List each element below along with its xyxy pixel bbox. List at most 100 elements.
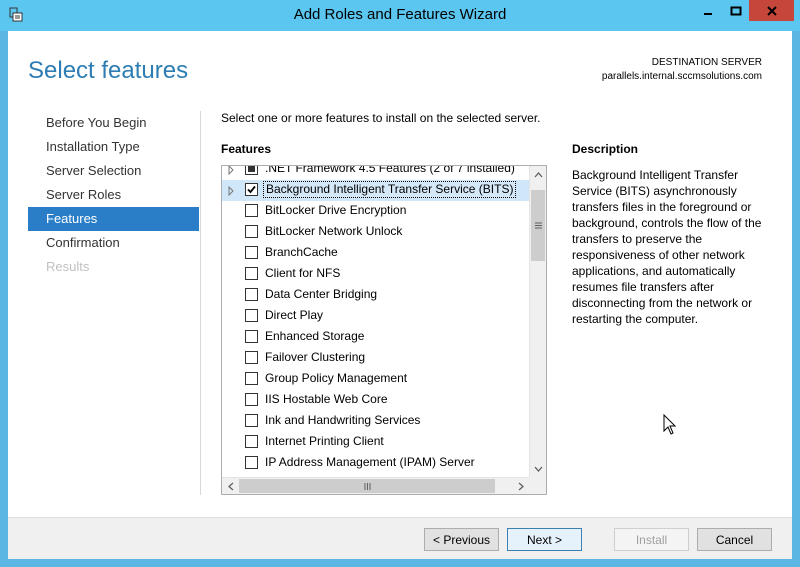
feature-checkbox[interactable] xyxy=(245,393,258,406)
wizard-footer: < Previous Next > Install Cancel xyxy=(8,517,792,559)
feature-row[interactable]: Enhanced Storage xyxy=(222,327,530,348)
feature-checkbox[interactable] xyxy=(245,309,258,322)
features-list[interactable]: .NET Framework 4.5 Features (2 of 7 inst… xyxy=(221,165,547,495)
instruction-text: Select one or more features to install o… xyxy=(221,111,541,125)
feature-label: BitLocker Drive Encryption xyxy=(265,203,407,217)
destination-server-info: DESTINATION SERVER parallels.internal.sc… xyxy=(602,56,762,84)
minimize-icon xyxy=(704,12,712,15)
horizontal-scrollbar[interactable] xyxy=(222,477,529,494)
feature-row[interactable]: Background Intelligent Transfer Service … xyxy=(222,180,530,201)
destination-server-name: parallels.internal.sccmsolutions.com xyxy=(601,71,762,82)
title-bar[interactable]: Add Roles and Features Wizard xyxy=(0,0,800,31)
install-button: Install xyxy=(614,528,689,551)
nav-item-features[interactable]: Features xyxy=(28,207,199,231)
scroll-left-button[interactable] xyxy=(222,478,239,494)
feature-label: Direct Play xyxy=(265,308,324,322)
features-header: Features xyxy=(221,142,272,156)
feature-checkbox[interactable] xyxy=(245,456,258,469)
feature-label: IP Address Management (IPAM) Server xyxy=(265,455,475,469)
features-list-content: .NET Framework 4.5 Features (2 of 7 inst… xyxy=(222,165,530,474)
feature-label: Data Center Bridging xyxy=(265,287,378,301)
feature-row[interactable]: Data Center Bridging xyxy=(222,285,530,306)
previous-button[interactable]: < Previous xyxy=(424,528,499,551)
feature-checkbox[interactable] xyxy=(245,225,258,238)
cancel-button-label: Cancel xyxy=(715,532,754,547)
feature-label: Enhanced Storage xyxy=(265,329,365,343)
feature-checkbox[interactable] xyxy=(245,372,258,385)
feature-checkbox[interactable] xyxy=(245,267,258,280)
scroll-up-button[interactable] xyxy=(530,166,546,183)
previous-button-label: < Previous xyxy=(432,532,491,547)
feature-row[interactable]: Group Policy Management xyxy=(222,369,530,390)
feature-label: Client for NFS xyxy=(265,266,341,280)
feature-checkbox[interactable] xyxy=(245,246,258,259)
vertical-scrollbar[interactable] xyxy=(529,166,546,477)
feature-row[interactable]: Internet Printing Client xyxy=(222,432,530,453)
close-icon xyxy=(766,5,777,16)
feature-label: Failover Clustering xyxy=(265,350,366,364)
wizard-body: Select features DESTINATION SERVER paral… xyxy=(8,31,792,559)
feature-checkbox[interactable] xyxy=(245,351,258,364)
destination-server-label: DESTINATION SERVER xyxy=(651,57,762,68)
nav-item-results: Results xyxy=(46,259,90,274)
feature-checkbox[interactable] xyxy=(245,288,258,301)
cancel-button[interactable]: Cancel xyxy=(697,528,772,551)
minimize-button[interactable] xyxy=(694,0,722,21)
description-text: Background Intelligent Transfer Service … xyxy=(572,168,762,326)
nav-item-server-selection[interactable]: Server Selection xyxy=(28,159,199,183)
feature-checkbox[interactable] xyxy=(245,414,258,427)
scroll-down-button[interactable] xyxy=(530,460,546,477)
feature-checkbox[interactable] xyxy=(245,166,258,175)
feature-label: BitLocker Network Unlock xyxy=(265,224,403,238)
chevron-up-icon xyxy=(534,171,542,177)
feature-checkbox[interactable] xyxy=(245,183,258,196)
feature-label: Internet Printing Client xyxy=(265,434,384,448)
feature-row[interactable]: BitLocker Drive Encryption xyxy=(222,201,530,222)
window-title: Add Roles and Features Wizard xyxy=(293,6,507,23)
vertical-scroll-thumb[interactable] xyxy=(531,190,545,261)
nav-item-confirmation[interactable]: Confirmation xyxy=(28,231,199,255)
feature-row[interactable]: Failover Clustering xyxy=(222,348,530,369)
next-button[interactable]: Next > xyxy=(507,528,582,551)
feature-row[interactable]: IP Address Management (IPAM) Server xyxy=(222,453,530,474)
feature-row[interactable]: Direct Play xyxy=(222,306,530,327)
feature-label: IIS Hostable Web Core xyxy=(265,392,388,406)
feature-row[interactable]: Ink and Handwriting Services xyxy=(222,411,530,432)
feature-row[interactable]: BitLocker Network Unlock xyxy=(222,222,530,243)
feature-row[interactable]: BranchCache xyxy=(222,243,530,264)
feature-label: BranchCache xyxy=(265,245,338,259)
scrollbar-corner xyxy=(529,477,546,494)
maximize-button[interactable] xyxy=(722,0,749,21)
feature-checkbox[interactable] xyxy=(245,435,258,448)
close-button[interactable] xyxy=(749,0,794,21)
chevron-right-icon xyxy=(518,482,524,490)
feature-row[interactable]: Client for NFS xyxy=(222,264,530,285)
feature-checkbox[interactable] xyxy=(245,330,258,343)
page-title: Select features xyxy=(28,57,189,84)
wizard-nav: Before You Begin Installation Type Serve… xyxy=(28,111,199,279)
feature-label: Group Policy Management xyxy=(265,371,408,385)
grip-icon xyxy=(364,482,370,490)
feature-label: .NET Framework 4.5 Features (2 of 7 inst… xyxy=(265,165,515,175)
checkmark-icon xyxy=(247,185,256,194)
feature-row[interactable]: .NET Framework 4.5 Features (2 of 7 inst… xyxy=(222,165,530,180)
grip-icon xyxy=(534,222,542,229)
feature-label: Ink and Handwriting Services xyxy=(265,413,421,427)
nav-item-server-roles[interactable]: Server Roles xyxy=(28,183,199,207)
expand-arrow-icon[interactable] xyxy=(226,166,236,176)
expand-arrow-icon[interactable] xyxy=(226,185,236,197)
chevron-left-icon xyxy=(227,482,233,490)
maximize-icon xyxy=(730,6,741,15)
feature-row[interactable]: IIS Hostable Web Core xyxy=(222,390,530,411)
scroll-right-button[interactable] xyxy=(512,478,529,494)
horizontal-scroll-thumb[interactable] xyxy=(239,479,495,493)
description-header: Description xyxy=(572,142,639,156)
feature-checkbox[interactable] xyxy=(245,204,258,217)
nav-item-installation-type[interactable]: Installation Type xyxy=(28,135,199,159)
nav-divider xyxy=(200,111,201,495)
nav-item-before-you-begin[interactable]: Before You Begin xyxy=(28,111,199,135)
feature-label: Background Intelligent Transfer Service … xyxy=(263,181,517,198)
partial-check-icon xyxy=(248,166,255,172)
mouse-cursor-icon xyxy=(663,414,677,435)
install-button-label: Install xyxy=(635,532,668,547)
